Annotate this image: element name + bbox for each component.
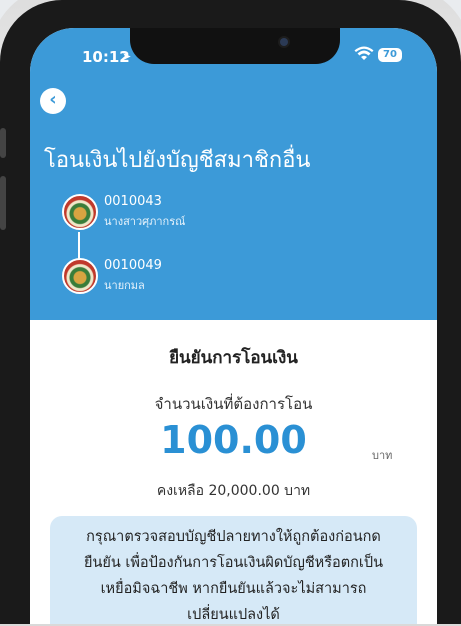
warning-line: กรุณาตรวจสอบบัญชีปลายทางให้ถูกต้องก่อนกด <box>86 529 381 545</box>
warning-box: กรุณาตรวจสอบบัญชีปลายทางให้ถูกต้องก่อนกด… <box>50 516 417 624</box>
side-button <box>0 128 6 158</box>
to-account-number: 0010049 <box>104 258 162 273</box>
cooperative-logo-icon <box>62 194 98 230</box>
header: 10:12 ➤ 70 ‹ โอนเงินไปยังบัญชีสมาชิกอื่น… <box>30 28 437 320</box>
volume-button <box>0 176 6 230</box>
warning-line: ยืนยัน เพื่อป้องกันการโอนเงินผิดบัญชีหรื… <box>83 555 384 571</box>
wifi-icon <box>354 46 374 60</box>
to-account-name: นายกมล <box>104 279 145 292</box>
cooperative-logo-icon <box>62 258 98 294</box>
confirm-title: ยืนยันการโอนเงิน <box>169 348 298 368</box>
account-connector <box>78 232 80 260</box>
to-account: 0010049 นายกมล <box>62 258 392 298</box>
back-button[interactable]: ‹ <box>40 88 66 114</box>
warning-line: เปลี่ยนแปลงได้ <box>187 607 280 623</box>
location-arrow-icon: ➤ <box>122 50 132 63</box>
camera-icon <box>280 38 288 46</box>
amount-unit: บาท <box>372 449 393 462</box>
warning-line: เหยื่อมิจฉาชีพ หากยืนยันแล้วจะไม่สามารถ <box>100 581 367 597</box>
from-account-name: นางสาวศุภากรณ์ <box>104 215 186 228</box>
from-account-number: 0010043 <box>104 194 162 209</box>
notch <box>130 28 340 64</box>
amount-label: จำนวนเงินที่ต้องการโอน <box>154 395 313 413</box>
confirm-card: ยืนยันการโอนเงิน จำนวนเงินที่ต้องการโอน … <box>30 320 437 624</box>
page-title: โอนเงินไปยังบัญชีสมาชิกอื่น <box>44 148 311 173</box>
phone-screen: 10:12 ➤ 70 ‹ โอนเงินไปยังบัญชีสมาชิกอื่น… <box>30 28 437 624</box>
from-account: 0010043 นางสาวศุภากรณ์ <box>62 194 392 234</box>
balance-text: คงเหลือ 20,000.00 บาท <box>156 483 311 499</box>
battery-icon: 70 <box>378 48 402 62</box>
